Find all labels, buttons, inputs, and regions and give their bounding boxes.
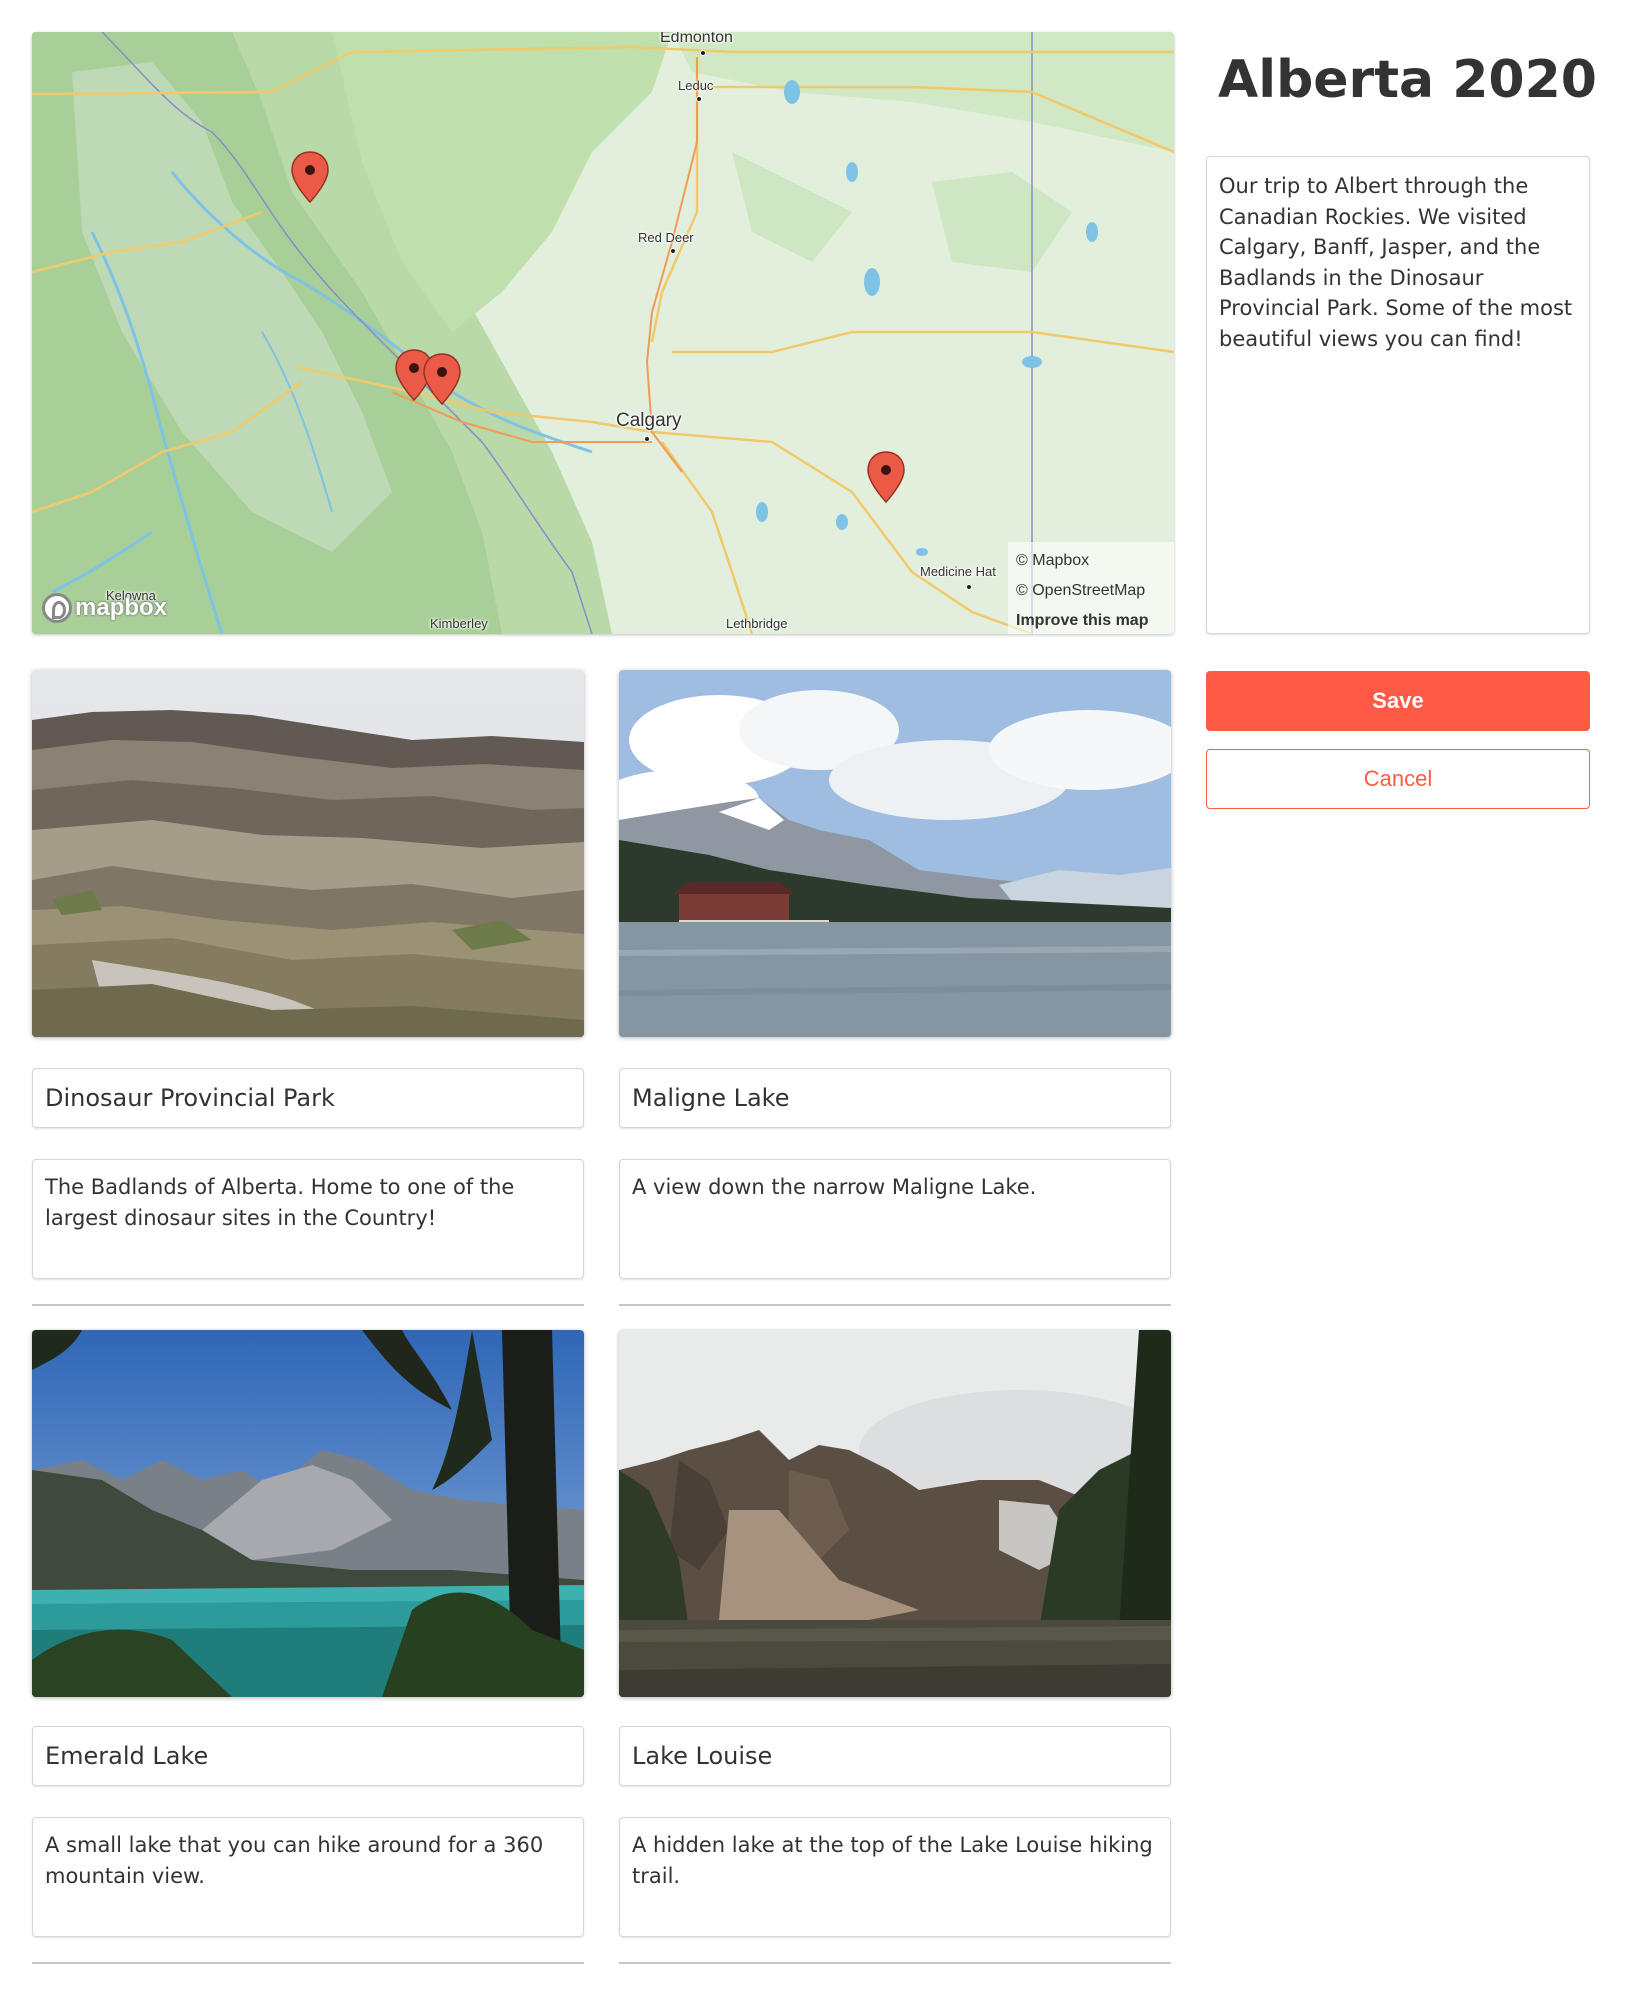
photo-description-field[interactable]: The Badlands of Alberta. Home to one of … [32, 1159, 584, 1279]
map-label-kimberley: Kimberley [430, 616, 488, 631]
save-button[interactable]: Save [1206, 671, 1590, 731]
map-label-red-deer: Red Deer [638, 230, 694, 245]
photo-lake-louise[interactable] [619, 1330, 1171, 1697]
map-label-lethbridge: Lethbridge [726, 616, 788, 631]
trip-description-field[interactable]: Our trip to Albert through the Canadian … [1206, 156, 1590, 634]
city-dot-leduc [696, 96, 702, 102]
map-attribution: © Mapbox © OpenStreetMap Improve this ma… [1008, 542, 1174, 634]
photo-description-field[interactable]: A small lake that you can hike around fo… [32, 1817, 584, 1937]
trip-map[interactable]: Edmonton Leduc Red Deer Calgary Medicine… [32, 32, 1174, 634]
maligne-lake-photo-image [619, 670, 1171, 1037]
mapbox-logo[interactable]: mapbox [42, 592, 167, 624]
map-marker-icon[interactable] [866, 450, 906, 504]
map-marker-icon[interactable] [422, 352, 462, 406]
attribution-mapbox-link[interactable]: © Mapbox [1016, 546, 1166, 576]
improve-map-link[interactable]: Improve this map [1016, 606, 1166, 634]
badlands-photo-image [32, 670, 584, 1037]
photo-dinosaur-park[interactable] [32, 670, 584, 1037]
city-dot-medicine-hat [966, 584, 972, 590]
photo-name-field[interactable]: Emerald Lake [32, 1726, 584, 1786]
photo-name-field[interactable]: Maligne Lake [619, 1068, 1171, 1128]
emerald-lake-photo-image [32, 1330, 584, 1697]
photo-name-field[interactable]: Dinosaur Provincial Park [32, 1068, 584, 1128]
map-label-medicine-hat: Medicine Hat [920, 564, 996, 579]
cancel-button[interactable]: Cancel [1206, 749, 1590, 809]
photo-maligne-lake[interactable] [619, 670, 1171, 1037]
mapbox-logo-text: mapbox [75, 594, 168, 621]
map-label-leduc: Leduc [678, 78, 714, 93]
photo-emerald-lake[interactable] [32, 1330, 584, 1697]
card-divider [32, 1304, 584, 1306]
city-dot-red-deer [670, 248, 676, 254]
city-dot-edmonton [700, 50, 706, 56]
card-divider [619, 1962, 1171, 1964]
map-marker-icon[interactable] [290, 150, 330, 204]
photo-name-field[interactable]: Lake Louise [619, 1726, 1171, 1786]
card-divider [32, 1962, 584, 1964]
attribution-osm-link[interactable]: © OpenStreetMap [1016, 576, 1166, 606]
card-divider [619, 1304, 1171, 1306]
lake-louise-photo-image [619, 1330, 1171, 1697]
photo-description-field[interactable]: A hidden lake at the top of the Lake Lou… [619, 1817, 1171, 1937]
map-label-edmonton: Edmonton [660, 32, 733, 46]
map-basemap [32, 32, 1174, 634]
photo-description-field[interactable]: A view down the narrow Maligne Lake. [619, 1159, 1171, 1279]
city-dot-calgary [644, 436, 650, 442]
mapbox-logo-icon [42, 593, 72, 623]
trip-title: Alberta 2020 [1218, 50, 1597, 110]
map-label-calgary: Calgary [616, 410, 682, 431]
